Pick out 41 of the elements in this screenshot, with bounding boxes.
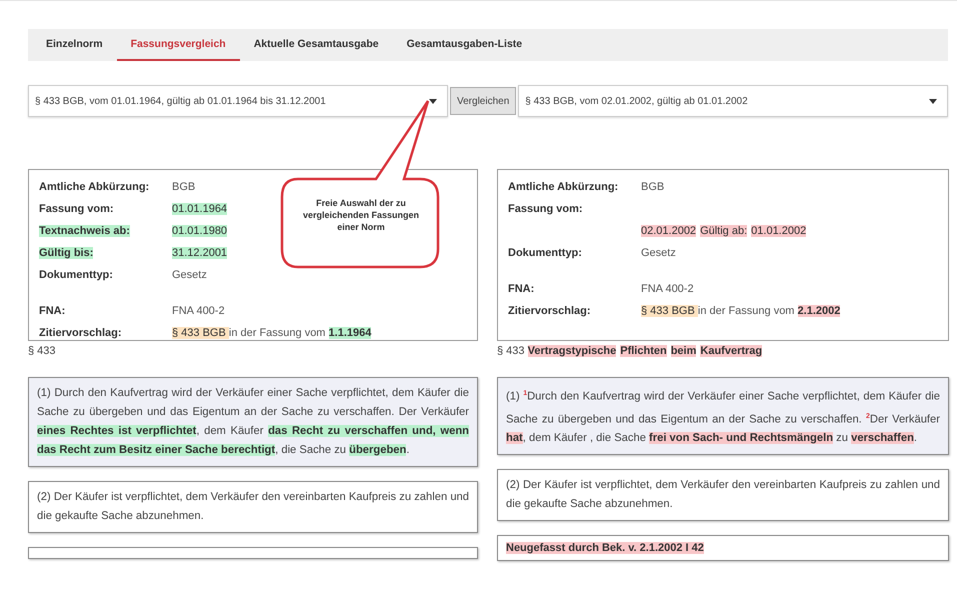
field-value: 01.01.1964	[172, 203, 228, 215]
tab[interactable]: Aktuelle Gesamtausgabe	[240, 29, 393, 61]
field-value: BGB	[641, 181, 664, 193]
field-label: Amtliche Abkürzung:	[39, 181, 150, 193]
field-label: Gültig bis:	[39, 247, 94, 259]
paragraph-text: (2) Der Käufer ist verpflichtet, dem Verkäufer den vereinbarten Kaufpreis zu zahlen und die gekaufte Sache abzunehmen.	[37, 490, 469, 524]
field-label: Zitiervorschlag:	[39, 327, 122, 339]
field-value: 01.01.1980	[172, 225, 228, 237]
field-value: § 433 BGB in der Fassung vom 2.1.2002	[641, 305, 840, 317]
field-value: 02.01.2002 Gültig ab: 01.01.2002	[641, 225, 806, 237]
section-heading: § 433	[28, 345, 57, 357]
tab[interactable]: Fassungsvergleich	[116, 29, 240, 61]
field-label: Amtliche Abkürzung:	[508, 181, 618, 193]
section-heading: § 433 Vertragstypische Pflichten beim Kaufvertrag	[497, 345, 764, 357]
field-label: Dokumenttyp:	[39, 269, 113, 281]
caret-icon	[929, 98, 937, 104]
field-label: Fassung vom:	[508, 203, 583, 215]
field-value: FNA 400-2	[641, 283, 694, 295]
field-label: Textnachweis ab:	[39, 225, 130, 237]
field-label: Zitiervorschlag:	[508, 305, 591, 317]
tab[interactable]: Gesamtausgaben-Liste	[392, 29, 536, 61]
field-label: Dokumenttyp:	[508, 247, 582, 259]
field-value: Gesetz	[641, 247, 676, 259]
field-label: FNA:	[39, 305, 66, 317]
field-value: 31.12.2001	[172, 247, 228, 259]
field-label: Fassung vom:	[39, 203, 114, 215]
paragraph-text: (1) Durch den Kaufvertrag wird der Verkäufer einer Sache verpflichtet, dem Käufer die Sache zu übergeben und das Eigentum an der Sache zu verschaffen. Der Verkäufer eines Rechtes ist verpflichtet, dem Käufer das Recht zu verschaffen und, wenn das Recht zum Besitz einer Sache berechtigt, die Sache zu übergeben.	[37, 386, 469, 458]
paragraph-text: (1) $^{1}$Durch den Kaufvertrag wird der Verkäufer einer Sache verpflichtet, dem Käufer die Sache zu übergeben und das Eigentum an der Sache zu verschaffen. $^{2}$Der Verkäufer hat, dem Käufer , die Sache frei von Sach- und Rechtsmängeln zu verschaffen.	[506, 389, 940, 446]
field-value: BGB	[172, 181, 196, 193]
field-label: FNA:	[508, 283, 534, 295]
note-text: Neugefasst durch Bek. v. 2.1.2002 I 42	[506, 542, 704, 554]
compare-button[interactable]: Vergleichen	[450, 87, 516, 115]
tab[interactable]: Einzelnorm	[32, 29, 117, 61]
paragraph-text: (2) Der Käufer ist verpflichtet, dem Verkäufer den vereinbarten Kaufpreis zu zahlen und die gekaufte Sache abzunehmen.	[506, 478, 940, 512]
field-value: § 433 BGB in der Fassung vom 1.1.1964	[172, 327, 372, 339]
version-select[interactable]: § 433 BGB, vom 02.01.2002, gültig ab 01.01.2002	[518, 85, 948, 117]
field-value: Gesetz	[172, 269, 207, 281]
field-value: FNA 400-2	[172, 305, 225, 317]
version-select[interactable]: § 433 BGB, vom 01.01.1964, gültig ab 01.01.1964 bis 31.12.2001	[28, 85, 448, 117]
caret-icon	[429, 98, 437, 104]
callout-text: Freie Auswahl der zu vergleichenden Fassungen einer Norm	[302, 197, 420, 233]
